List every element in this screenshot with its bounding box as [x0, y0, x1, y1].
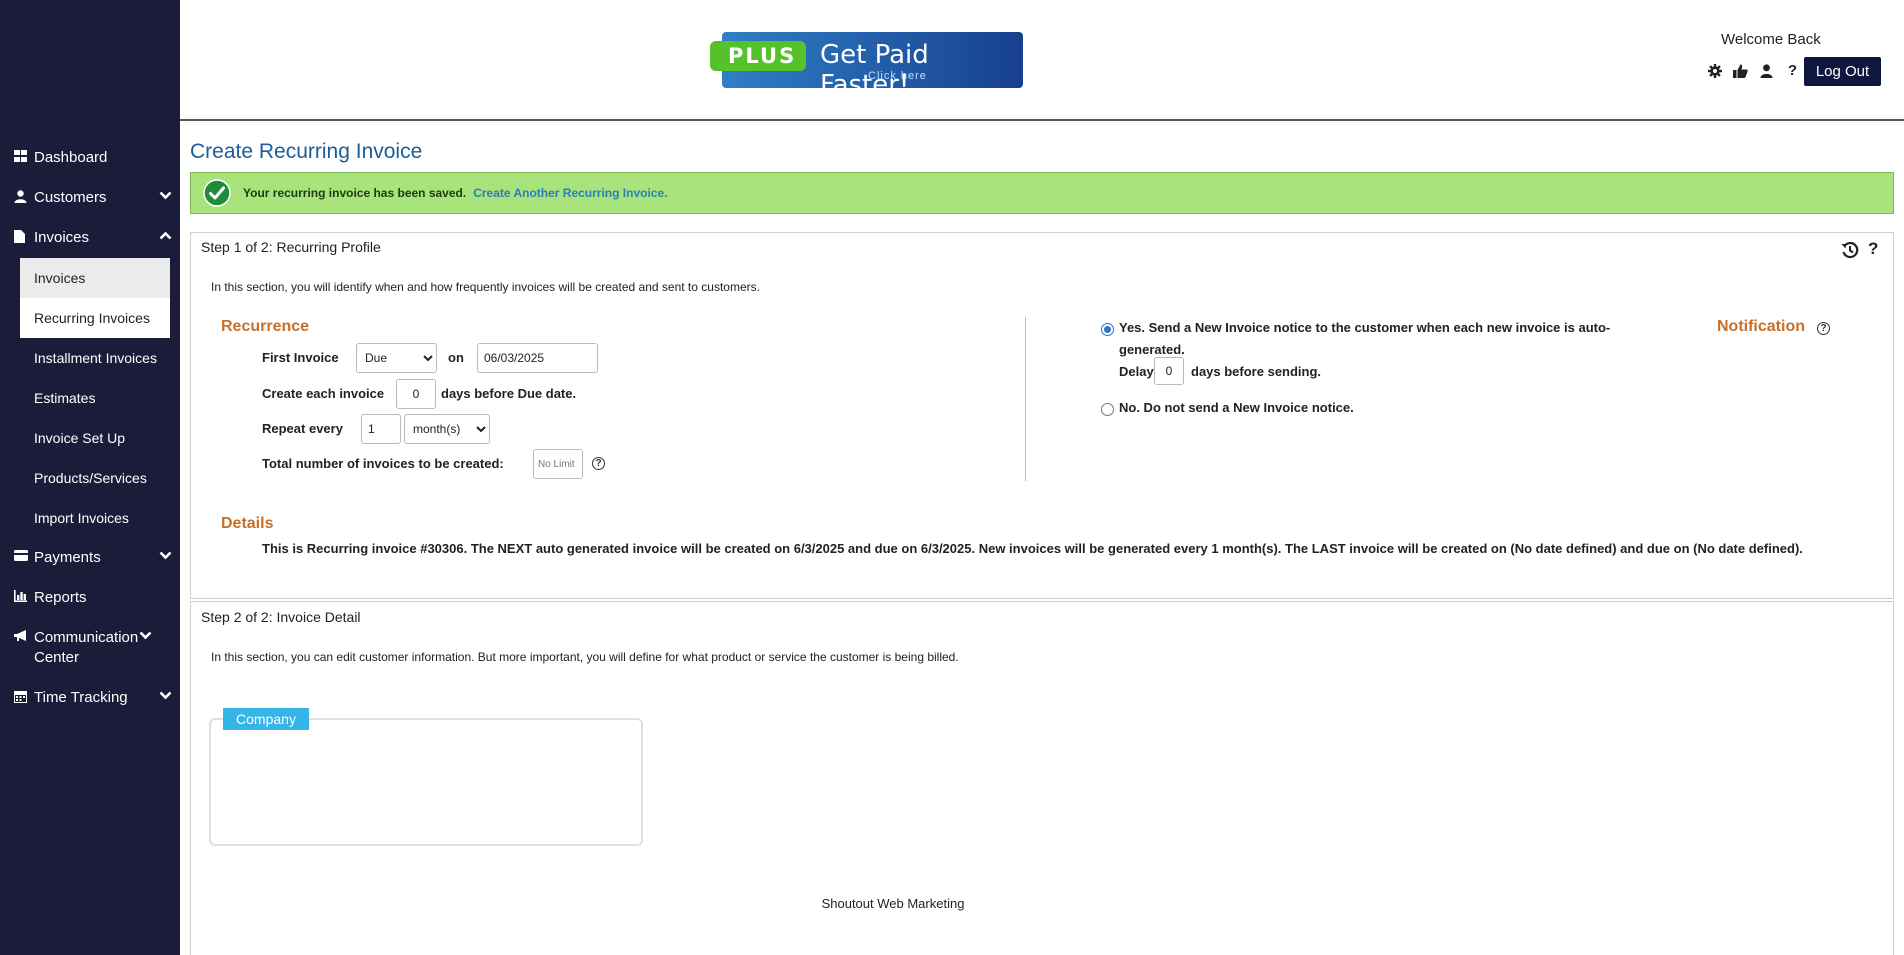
credit-card-icon: [14, 550, 34, 561]
recurrence-heading: Recurrence: [221, 318, 310, 335]
chevron-down-icon[interactable]: [150, 551, 180, 560]
step2-intro: In this section, you can edit customer i…: [211, 650, 959, 664]
delay-suffix: days before sending.: [1191, 364, 1322, 379]
company-name: Shoutout Web Marketing: [821, 896, 965, 911]
logout-button[interactable]: Log Out: [1804, 57, 1881, 86]
details-heading: Details: [221, 515, 274, 532]
gear-icon[interactable]: [1706, 62, 1723, 79]
sidebar-subitem-installment-invoices[interactable]: Installment Invoices: [20, 338, 170, 378]
first-invoice-label: First Invoice: [262, 350, 339, 365]
details-text: This is Recurring invoice #30306. The NE…: [262, 541, 1803, 556]
repeat-every-input[interactable]: [361, 414, 401, 444]
sidebar-item-label: Invoices: [34, 229, 90, 246]
on-label: on: [448, 350, 464, 365]
first-invoice-select[interactable]: Due: [356, 343, 437, 373]
success-alert: Your recurring invoice has been saved. C…: [190, 172, 1894, 214]
alert-message: Your recurring invoice has been saved.: [243, 186, 467, 200]
sidebar-subitem-products-services[interactable]: Products/Services: [20, 458, 170, 498]
question-circle-icon[interactable]: ?: [592, 457, 605, 470]
create-another-link[interactable]: Create Another Recurring Invoice.: [473, 186, 667, 200]
step1-intro: In this section, you will identify when …: [211, 280, 760, 294]
megaphone-icon: [14, 630, 34, 642]
total-invoices-input[interactable]: [533, 449, 583, 479]
welcome-text: Welcome Back: [1721, 31, 1821, 48]
section-divider: [1025, 317, 1026, 481]
repeat-every-label: Repeat every: [262, 421, 343, 436]
sidebar-subitem-recurring-invoices[interactable]: Recurring Invoices: [20, 298, 170, 338]
sidebar-subitem-estimates[interactable]: Estimates: [20, 378, 170, 418]
first-invoice-date-input[interactable]: [477, 343, 598, 373]
sidebar-subitem-invoice-setup[interactable]: Invoice Set Up: [20, 418, 170, 458]
chevron-up-icon[interactable]: [150, 231, 180, 240]
question-circle-icon[interactable]: ?: [1817, 322, 1830, 335]
sidebar-subitem-import-invoices[interactable]: Import Invoices: [20, 498, 170, 538]
step2-title: Step 2 of 2: Invoice Detail: [201, 609, 361, 625]
sidebar-item-communication-center[interactable]: Communication Center: [0, 628, 180, 668]
sidebar-item-time-tracking[interactable]: Time Tracking: [0, 688, 180, 708]
banner-badge: PLUS: [728, 44, 797, 68]
banner-cta: Click here: [868, 70, 927, 82]
page-title: Create Recurring Invoice: [190, 140, 423, 163]
user-icon: [14, 190, 34, 203]
question-icon[interactable]: ?: [1784, 62, 1801, 79]
file-icon: [14, 230, 34, 243]
sidebar-item-payments[interactable]: Payments: [0, 548, 180, 568]
sidebar-item-label: Reports: [34, 589, 87, 606]
sidebar-subitem-invoices[interactable]: Invoices: [20, 258, 170, 298]
repeat-unit-select[interactable]: month(s): [404, 414, 490, 444]
header: PLUS Get Paid Faster! Click here Welcome…: [180, 0, 1904, 121]
sidebar: Dashboard Customers Invoices Invoices Re…: [0, 0, 180, 955]
header-icons: ?: [1706, 62, 1801, 79]
chevron-down-icon[interactable]: [150, 691, 180, 700]
days-before-label: days before Due date.: [441, 386, 577, 401]
company-box: [209, 718, 643, 846]
sidebar-item-reports[interactable]: Reports: [0, 588, 180, 608]
sidebar-item-label: Payments: [34, 549, 101, 566]
total-invoices-label: Total number of invoices to be created:: [262, 456, 504, 471]
step2-panel: Step 2 of 2: Invoice Detail In this sect…: [190, 601, 1894, 955]
chevron-down-icon[interactable]: [150, 191, 180, 200]
notify-yes-text: Yes. Send a New Invoice notice to the cu…: [1119, 320, 1611, 357]
promo-banner[interactable]: PLUS Get Paid Faster! Click here: [710, 32, 1023, 100]
chevron-down-icon[interactable]: [130, 631, 160, 640]
check-circle-icon: [203, 179, 231, 207]
step1-panel: Step 1 of 2: Recurring Profile ? In this…: [190, 232, 1894, 599]
thumbs-up-icon[interactable]: [1732, 62, 1749, 79]
sidebar-item-label: Communication Center: [34, 629, 139, 666]
notification-heading: Notification: [1717, 318, 1805, 335]
calendar-icon: [14, 690, 34, 703]
sidebar-item-dashboard[interactable]: Dashboard: [0, 148, 180, 168]
user-icon[interactable]: [1758, 62, 1775, 79]
bar-chart-icon: [14, 590, 34, 602]
notify-yes-radio[interactable]: [1101, 323, 1114, 336]
step1-title: Step 1 of 2: Recurring Profile: [201, 239, 381, 255]
delay-days-input[interactable]: [1154, 357, 1184, 385]
sidebar-item-customers[interactable]: Customers: [0, 188, 180, 208]
delay-label: Delay: [1119, 364, 1154, 379]
days-before-input[interactable]: [396, 379, 436, 409]
sidebar-item-label: Customers: [34, 189, 107, 206]
company-tab[interactable]: Company: [223, 708, 309, 730]
notify-no-radio[interactable]: [1101, 403, 1114, 416]
sidebar-item-label: Time Tracking: [34, 689, 128, 706]
create-each-label: Create each invoice: [262, 386, 385, 401]
history-icon[interactable]: [1841, 241, 1859, 262]
sidebar-item-invoices[interactable]: Invoices: [0, 228, 180, 248]
notify-no-text: No. Do not send a New Invoice notice.: [1119, 400, 1354, 415]
help-icon[interactable]: ?: [1868, 239, 1878, 259]
dashboard-icon: [14, 150, 34, 162]
sidebar-item-label: Dashboard: [34, 149, 108, 166]
